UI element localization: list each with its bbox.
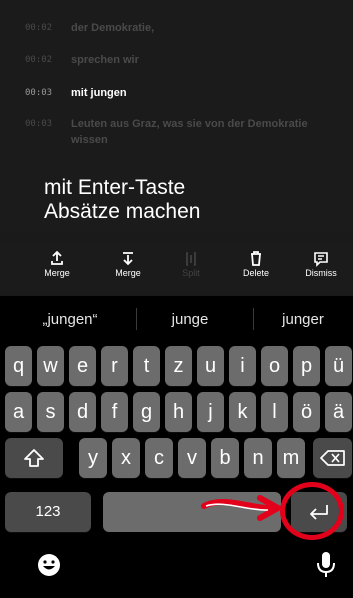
download-arrow-icon	[123, 252, 133, 266]
key-h[interactable]: h	[165, 392, 192, 432]
suggestion-divider	[253, 308, 254, 330]
chat-dismiss-icon	[314, 252, 328, 267]
key-b[interactable]: b	[211, 438, 239, 478]
merge-down-button[interactable]: Merge	[103, 250, 153, 278]
key-x[interactable]: x	[112, 438, 140, 478]
key-j[interactable]: j	[197, 392, 224, 432]
merge-up-label: Merge	[44, 268, 70, 278]
numbers-key[interactable]: 123	[5, 492, 91, 532]
dismiss-label: Dismiss	[305, 268, 337, 278]
suggestion-1[interactable]: „jungen“	[20, 308, 120, 332]
key-v[interactable]: v	[178, 438, 206, 478]
annotation-line-1: mit Enter-Taste	[44, 176, 186, 199]
key-p[interactable]: p	[293, 346, 320, 386]
merge-down-label: Merge	[115, 268, 141, 278]
transcript-panel: 00:02 der Demokratie, 00:02 sprechen wir…	[0, 0, 353, 232]
segment-timestamp: 00:02	[25, 23, 53, 33]
key-u[interactable]: u	[197, 346, 224, 386]
split-label: Split	[182, 268, 200, 278]
key-ae[interactable]: ä	[325, 392, 352, 432]
key-s[interactable]: s	[37, 392, 64, 432]
microphone-icon[interactable]	[314, 550, 338, 580]
segment-text: der Demokratie,	[71, 22, 155, 34]
annotation-text: mit Enter-Taste Absätze machen	[44, 176, 200, 224]
key-e[interactable]: e	[69, 346, 96, 386]
transcript-segment[interactable]: 00:02 der Demokratie,	[25, 20, 341, 36]
upload-arrow-icon	[51, 250, 63, 265]
key-ue[interactable]: ü	[325, 346, 352, 386]
shift-icon	[24, 449, 44, 467]
key-g[interactable]: g	[133, 392, 160, 432]
annotation-arrow-icon	[201, 495, 281, 521]
suggestion-divider	[136, 308, 137, 330]
key-n[interactable]: n	[244, 438, 272, 478]
suggestion-3[interactable]: junger	[258, 308, 348, 332]
dismiss-button[interactable]: Dismiss	[296, 250, 346, 278]
merge-up-button[interactable]: Merge	[32, 250, 82, 278]
key-k[interactable]: k	[229, 392, 256, 432]
key-o[interactable]: o	[261, 346, 288, 386]
emoji-icon[interactable]	[36, 552, 62, 578]
key-y[interactable]: y	[79, 438, 107, 478]
key-a[interactable]: a	[5, 392, 32, 432]
transcript-segment-active[interactable]: 00:03 mit jungen	[25, 85, 341, 101]
key-z[interactable]: z	[165, 346, 192, 386]
backspace-key[interactable]	[313, 438, 352, 478]
key-l[interactable]: l	[261, 392, 288, 432]
shift-key[interactable]	[5, 438, 63, 478]
edit-toolbar: Merge Merge Split Delete Dismiss	[0, 244, 353, 290]
backspace-icon	[319, 450, 345, 466]
delete-label: Delete	[242, 268, 269, 278]
segment-text: sprechen wir	[71, 54, 139, 66]
delete-button[interactable]: Delete	[231, 250, 281, 278]
key-q[interactable]: q	[5, 346, 32, 386]
key-d[interactable]: d	[69, 392, 96, 432]
key-r[interactable]: r	[101, 346, 128, 386]
split-icon	[186, 252, 196, 266]
segment-timestamp: 00:03	[25, 88, 53, 98]
segment-text: mit jungen	[71, 87, 127, 99]
segment-timestamp: 00:03	[25, 119, 53, 129]
key-f[interactable]: f	[101, 392, 128, 432]
key-w[interactable]: w	[37, 346, 64, 386]
key-c[interactable]: c	[145, 438, 173, 478]
key-i[interactable]: i	[229, 346, 256, 386]
suggestion-2[interactable]: junge	[140, 308, 240, 332]
transcript-segment[interactable]: 00:03 Leuten aus Graz, was sie von der D…	[25, 116, 341, 148]
key-oe[interactable]: ö	[293, 392, 320, 432]
transcript-segment[interactable]: 00:02 sprechen wir	[25, 52, 341, 68]
annotation-line-2: Absätze machen	[44, 200, 201, 223]
annotation-circle	[280, 482, 344, 540]
segment-text: Leuten aus Graz, was sie von der Demokra…	[71, 118, 308, 146]
split-button[interactable]: Split	[166, 250, 216, 278]
key-t[interactable]: t	[133, 346, 160, 386]
trash-icon	[251, 251, 261, 266]
key-m[interactable]: m	[277, 438, 305, 478]
segment-timestamp: 00:02	[25, 55, 53, 65]
